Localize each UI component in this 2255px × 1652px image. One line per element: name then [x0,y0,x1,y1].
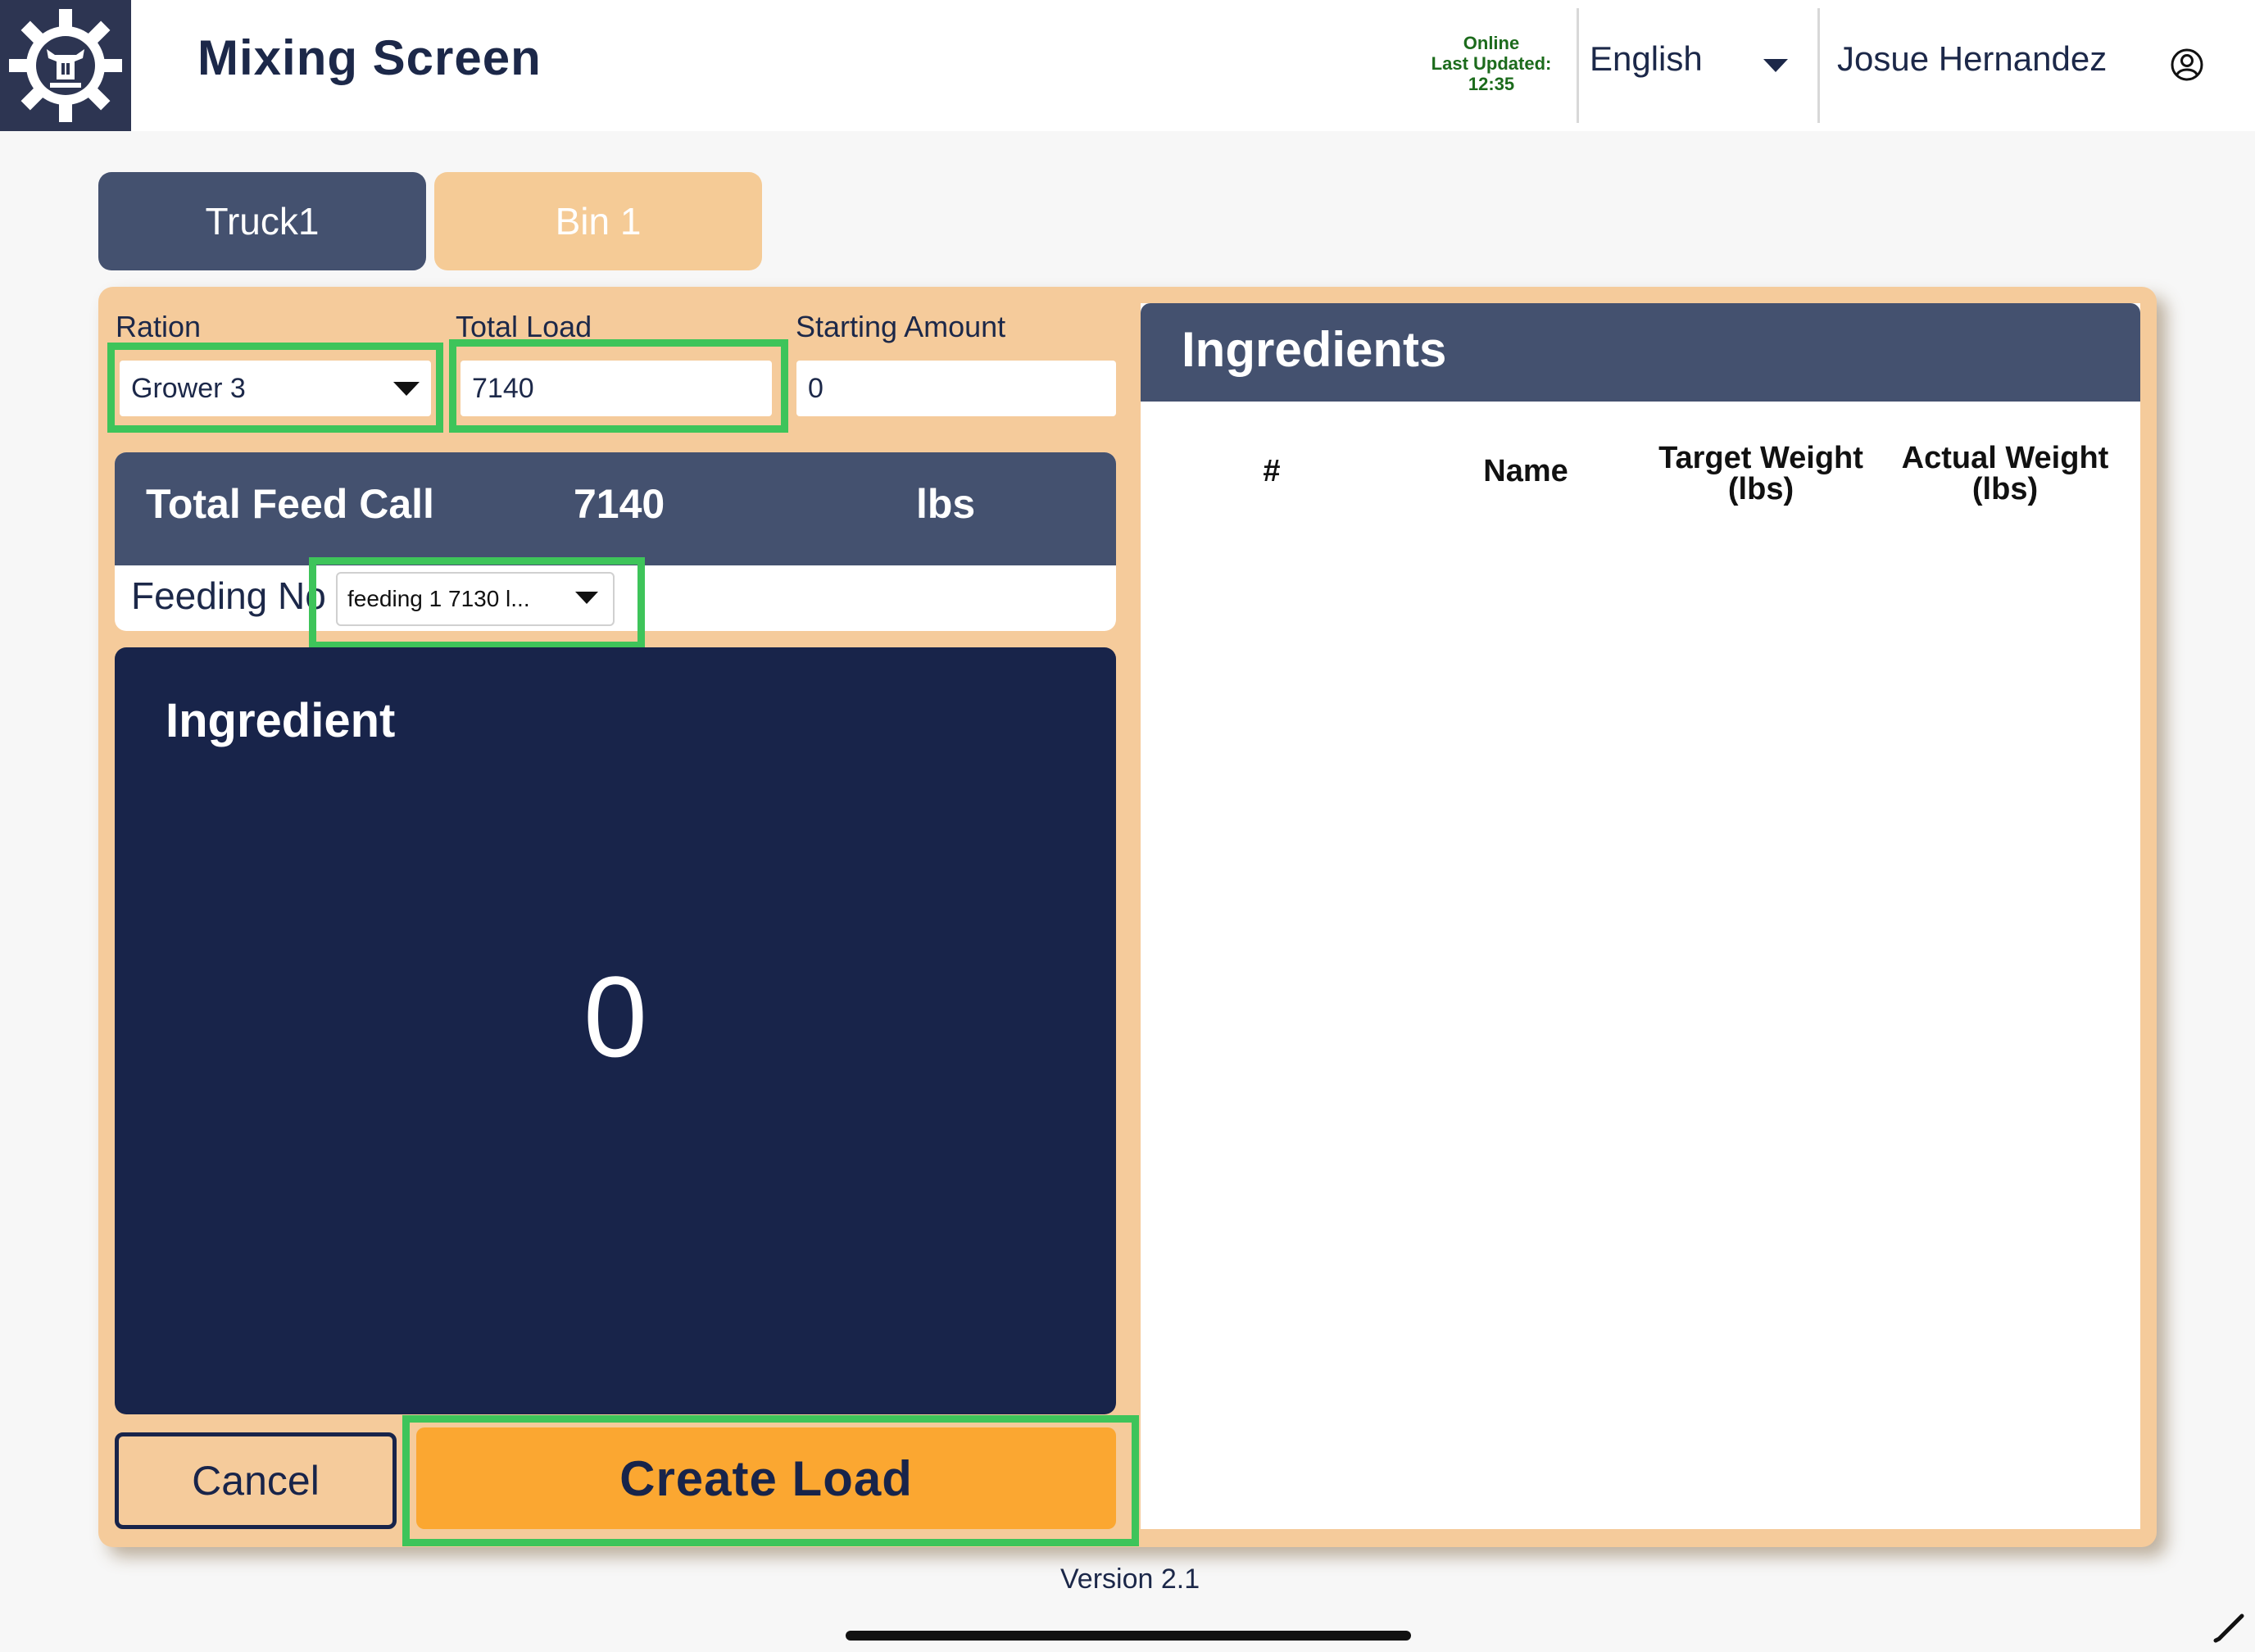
column-header-actual-weight: Actual Weight (lbs) [1901,441,2109,506]
ingredient-title: Ingredient [166,694,396,747]
tab-truck1[interactable]: Truck1 [98,172,426,270]
pencil-icon [2213,1613,2244,1643]
feeding-no-label: Feeding No. [131,574,328,617]
starting-amount-input[interactable]: 0 [796,361,1116,416]
feed-call-value: 7140 [574,481,665,527]
app-version: Version 2.1 [1060,1564,1200,1595]
header-divider [1817,8,1820,123]
online-status-text: Online [1463,33,1520,53]
page-title: Mixing Screen [197,30,542,85]
ingredient-weight-value: 0 [583,952,647,1081]
current-ingredient-card: Ingredient 0 [115,647,1116,1414]
app-header: Mixing Screen Online Last Updated: 12:35… [0,0,2255,131]
ration-highlight [107,343,443,433]
language-select[interactable]: English [1590,39,1703,79]
feed-call-label: Total Feed Call [146,481,434,527]
user-name[interactable]: Josue Hernandez [1837,39,2107,79]
column-header-target-weight: Target Weight (lbs) [1658,441,1863,506]
feed-call-unit: lbs [916,481,976,527]
last-updated-time: 12:35 [1468,74,1515,94]
feeding-select-highlight [309,557,645,649]
ingredients-header: Ingredients [1141,303,2140,402]
ingredients-title: Ingredients [1182,322,1447,377]
tab-bin1[interactable]: Bin 1 [434,172,762,270]
starting-amount-label: Starting Amount [796,310,1006,343]
last-updated-label: Last Updated: [1431,53,1552,74]
gear-bull-logo-icon[interactable] [0,0,131,131]
header-divider [1577,8,1579,123]
column-header-name: Name [1483,454,1568,488]
cancel-button[interactable]: Cancel [115,1432,397,1529]
home-indicator[interactable] [846,1631,1411,1641]
caret-down-icon[interactable] [1763,59,1788,72]
create-load-highlight [402,1415,1139,1546]
column-header-number: # [1263,454,1281,488]
user-circle-icon[interactable] [2170,48,2204,82]
total-load-highlight [449,339,788,433]
ingredients-table: Ingredients # Name Target Weight (lbs) A… [1141,303,2140,1529]
ration-label: Ration [116,310,202,343]
feed-call-header: Total Feed Call 7140 lbs [115,452,1116,565]
starting-amount-value: 0 [808,372,824,404]
connection-status: Online Last Updated: 12:35 [1418,33,1565,94]
